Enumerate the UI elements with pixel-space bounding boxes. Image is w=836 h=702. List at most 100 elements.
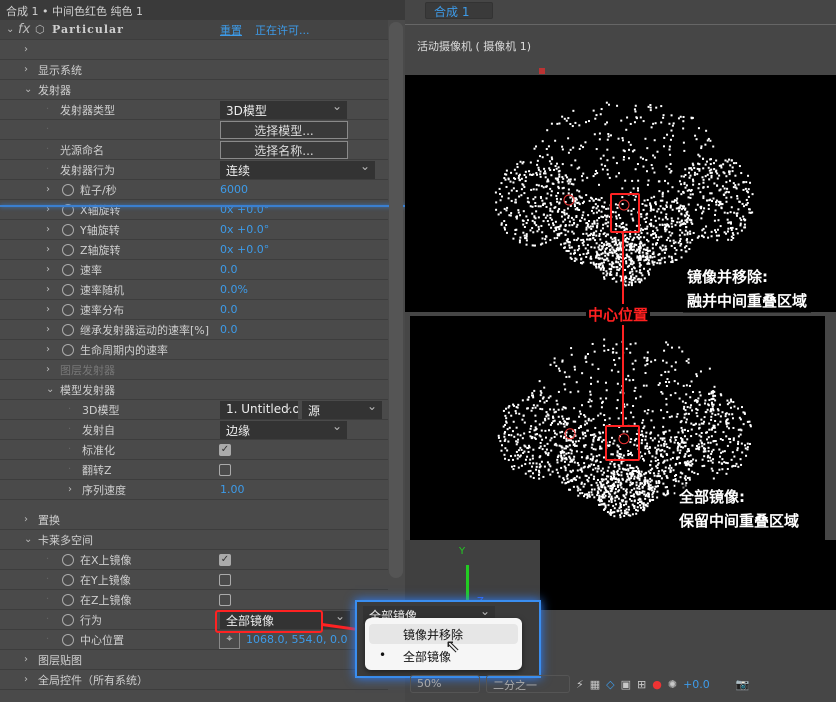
chevron-down-icon[interactable]: ⌄: [46, 384, 54, 395]
menu-item-mirror-remove[interactable]: 镜像并移除: [369, 624, 518, 644]
property-row-emitter_type[interactable]: · 发射器类型 3D模型: [0, 100, 388, 120]
property-row-vel[interactable]: › 速率 0.0: [0, 260, 388, 280]
property-row-emit_from[interactable]: · 发射自 边缘: [0, 420, 388, 440]
license-link[interactable]: 正在许可...: [255, 22, 310, 38]
chevron-right-icon[interactable]: ›: [46, 184, 50, 195]
property-row-r0[interactable]: ›: [0, 40, 388, 60]
transparency-grid-icon[interactable]: ▦: [590, 678, 600, 691]
property-dropdown[interactable]: 连续: [220, 161, 375, 179]
property-dropdown[interactable]: 边缘: [220, 421, 347, 439]
stopwatch-icon[interactable]: [62, 303, 74, 316]
chevron-right-icon[interactable]: ›: [24, 44, 28, 55]
mask-path-icon[interactable]: ◇: [606, 678, 614, 691]
property-dropdown[interactable]: 3D模型: [220, 101, 347, 119]
chevron-right-icon[interactable]: ›: [24, 64, 28, 75]
resolution-dropdown[interactable]: 二分之一: [486, 675, 570, 693]
property-row-model3d[interactable]: ·3D模型1. Untitled.ol源: [0, 400, 388, 420]
property-value[interactable]: 0.0: [220, 323, 238, 336]
property-value[interactable]: 0.0: [220, 263, 238, 276]
property-row-displace[interactable]: › 置换: [0, 510, 388, 530]
property-checkbox[interactable]: [219, 573, 231, 586]
property-checkbox[interactable]: [219, 463, 231, 476]
property-row-flipz[interactable]: · 翻转Z: [0, 460, 388, 480]
grid-guides-icon[interactable]: ⊞: [637, 678, 646, 691]
chevron-right-icon[interactable]: ›: [46, 224, 50, 235]
property-row-veldist[interactable]: › 速率分布 0.0: [0, 300, 388, 320]
property-row-seq_speed[interactable]: › 序列速度 1.00: [0, 480, 388, 500]
property-dropdown[interactable]: 1. Untitled.ol: [220, 401, 298, 419]
select-button[interactable]: 选择模型...: [220, 121, 348, 139]
stopwatch-icon[interactable]: [62, 613, 74, 626]
property-value[interactable]: 0x +0.0°: [220, 223, 269, 236]
scrollbar[interactable]: [389, 22, 403, 578]
chevron-right-icon[interactable]: ›: [46, 264, 50, 275]
region-of-interest-icon[interactable]: ▣: [621, 678, 631, 691]
property-row-model_emitter[interactable]: ⌄ 模型发射器: [0, 380, 388, 400]
exposure-value[interactable]: +0.0: [683, 678, 710, 691]
stopwatch-icon[interactable]: [62, 243, 74, 256]
property-row-mirx[interactable]: · 在X上镜像 ✓: [0, 550, 388, 570]
stopwatch-icon[interactable]: [62, 573, 74, 586]
chevron-right-icon[interactable]: ›: [24, 654, 28, 665]
property-row-pps[interactable]: › 粒子/秒 6000: [0, 180, 388, 200]
stopwatch-icon[interactable]: [62, 223, 74, 236]
property-row-mirz[interactable]: · 在Z上镜像: [0, 590, 388, 610]
stopwatch-icon[interactable]: [62, 263, 74, 276]
property-row-zrot[interactable]: › Z轴旋转 0x +0.0°: [0, 240, 388, 260]
property-value[interactable]: 0.0%: [220, 283, 248, 296]
center-position-value[interactable]: 1068.0, 554.0, 0.0: [246, 633, 347, 646]
property-value[interactable]: 0.0: [220, 303, 238, 316]
property-checkbox[interactable]: ✓: [219, 443, 231, 456]
property-checkbox[interactable]: [219, 593, 231, 606]
chevron-right-icon[interactable]: ›: [24, 514, 28, 525]
property-row-blank[interactable]: · 选择模型...: [0, 120, 388, 140]
property-row-xrot[interactable]: › X轴旋转 0x +0.0°: [0, 200, 388, 220]
property-row-light_naming[interactable]: · 光源命名 选择名称...: [0, 140, 388, 160]
property-row-layer_emitter[interactable]: › 图层发射器: [0, 360, 388, 380]
stopwatch-icon[interactable]: [62, 633, 74, 646]
chevron-right-icon[interactable]: ›: [46, 244, 50, 255]
property-row-velrand[interactable]: › 速率随机 0.0%: [0, 280, 388, 300]
stopwatch-icon[interactable]: [62, 593, 74, 606]
property-value[interactable]: 6000: [220, 183, 248, 196]
stopwatch-icon[interactable]: [62, 283, 74, 296]
property-row-yrot[interactable]: › Y轴旋转 0x +0.0°: [0, 220, 388, 240]
effect-header[interactable]: ⌄ fx ⬡ Particular 重置 正在许可...: [0, 20, 388, 40]
chevron-right-icon[interactable]: ›: [46, 324, 50, 335]
chevron-right-icon[interactable]: ›: [46, 364, 50, 375]
chevron-right-icon[interactable]: ›: [46, 304, 50, 315]
reset-link[interactable]: 重置: [220, 22, 242, 38]
property-row-global[interactable]: › 全局控件（所有系统）: [0, 670, 388, 690]
zoom-dropdown[interactable]: 50%: [410, 675, 480, 693]
chevron-right-icon[interactable]: ›: [24, 674, 28, 685]
snapshot-icon[interactable]: 📷: [736, 678, 750, 691]
property-row-center[interactable]: · 中心位置 ⌖ 1068.0, 554.0, 0.0: [0, 630, 388, 650]
property-row-emitter[interactable]: ⌄ 发射器: [0, 80, 388, 100]
tab-composition[interactable]: 合成 1: [425, 2, 493, 19]
chevron-down-icon[interactable]: ⌄: [6, 24, 14, 35]
property-row-display[interactable]: › 显示系统: [0, 60, 388, 80]
property-row-layer_maps[interactable]: › 图层贴图: [0, 650, 388, 670]
crosshair-icon[interactable]: ⌖: [219, 631, 240, 649]
property-row-normalize[interactable]: · 标准化 ✓: [0, 440, 388, 460]
property-row-inherit[interactable]: › 继承发射器运动的速率[%] 0.0: [0, 320, 388, 340]
stopwatch-icon[interactable]: [62, 183, 74, 196]
stopwatch-icon[interactable]: [62, 343, 74, 356]
property-checkbox[interactable]: ✓: [219, 553, 231, 566]
chevron-right-icon[interactable]: ›: [68, 484, 72, 495]
property-row-vol[interactable]: › 生命周期内的速率: [0, 340, 388, 360]
stopwatch-icon[interactable]: [62, 553, 74, 566]
chevron-down-icon[interactable]: ⌄: [24, 534, 32, 545]
property-row-emitter_behavior[interactable]: · 发射器行为 连续: [0, 160, 388, 180]
property-value[interactable]: 1.00: [220, 483, 245, 496]
chevron-right-icon[interactable]: ›: [46, 344, 50, 355]
exposure-reset-icon[interactable]: ✺: [668, 678, 677, 691]
property-row-miry[interactable]: · 在Y上镜像: [0, 570, 388, 590]
chevron-down-icon[interactable]: ⌄: [24, 84, 32, 95]
select-button[interactable]: 选择名称...: [220, 141, 348, 159]
source-dropdown[interactable]: 源: [302, 401, 382, 419]
fast-preview-icon[interactable]: ⚡: [576, 678, 584, 691]
property-row-kaleido[interactable]: ⌄ 卡莱多空间: [0, 530, 388, 550]
channel-icon[interactable]: ●: [652, 678, 662, 691]
stopwatch-icon[interactable]: [62, 323, 74, 336]
